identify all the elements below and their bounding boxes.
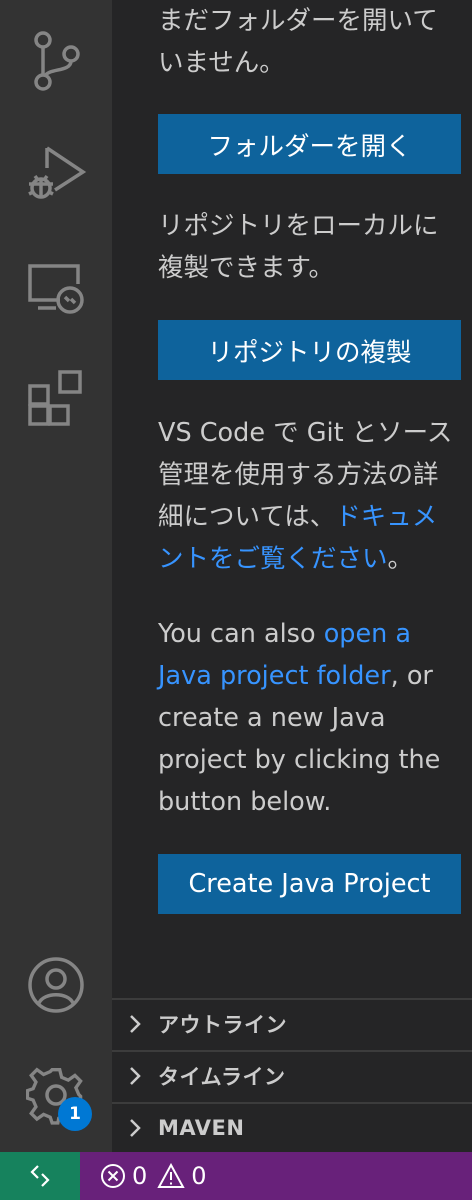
source-control-icon[interactable]: [0, 30, 112, 96]
clone-text: リポジトリをローカルに複製できます。: [158, 211, 439, 283]
account-icon[interactable]: [0, 954, 112, 1016]
clone-repository-button[interactable]: リポジトリの複製: [158, 320, 461, 380]
create-java-project-button[interactable]: Create Java Project: [158, 854, 461, 914]
error-icon: [101, 1164, 125, 1188]
panel-title: タイムライン: [158, 1065, 286, 1089]
panel-maven[interactable]: MAVEN: [112, 1102, 472, 1152]
warning-count: 0: [191, 1162, 207, 1190]
panel-title: アウトライン: [158, 1013, 287, 1037]
remote-icon: [30, 1165, 50, 1187]
chevron-right-icon: [112, 1117, 158, 1139]
error-count: 0: [132, 1162, 148, 1190]
manage-gear-icon[interactable]: [0, 1064, 112, 1126]
panel-timeline[interactable]: タイムライン: [112, 1050, 472, 1100]
java-text-pre: You can also: [158, 619, 324, 649]
panel-outline[interactable]: アウトライン: [112, 998, 472, 1048]
open-folder-button[interactable]: フォルダーを開く: [158, 114, 461, 174]
activity-bar: 1: [0, 0, 112, 1152]
warning-icon: [157, 1163, 185, 1188]
java-text: You can also open a Java project folder,…: [158, 613, 458, 823]
chevron-right-icon: [112, 1065, 158, 1087]
status-bar: 0 0: [0, 1152, 472, 1200]
git-docs-text-post: 。: [387, 544, 414, 574]
problems-indicator[interactable]: 0 0: [100, 1162, 217, 1190]
git-docs-text: VS Code で Git とソース管理を使用する方法の詳細については、ドキュメ…: [158, 412, 458, 580]
settings-badge: 1: [58, 1097, 92, 1131]
remote-explorer-icon[interactable]: [0, 262, 112, 318]
panel-title: MAVEN: [158, 1116, 245, 1140]
extensions-icon[interactable]: [0, 368, 112, 430]
chevron-right-icon: [112, 1013, 158, 1035]
remote-indicator[interactable]: [0, 1152, 80, 1200]
no-folder-text: まだフォルダーを開いていません。: [158, 6, 438, 78]
source-control-sidebar: まだフォルダーを開いていません。 フォルダーを開く リポジトリをローカルに複製で…: [112, 0, 472, 1152]
run-debug-icon[interactable]: [0, 140, 112, 208]
